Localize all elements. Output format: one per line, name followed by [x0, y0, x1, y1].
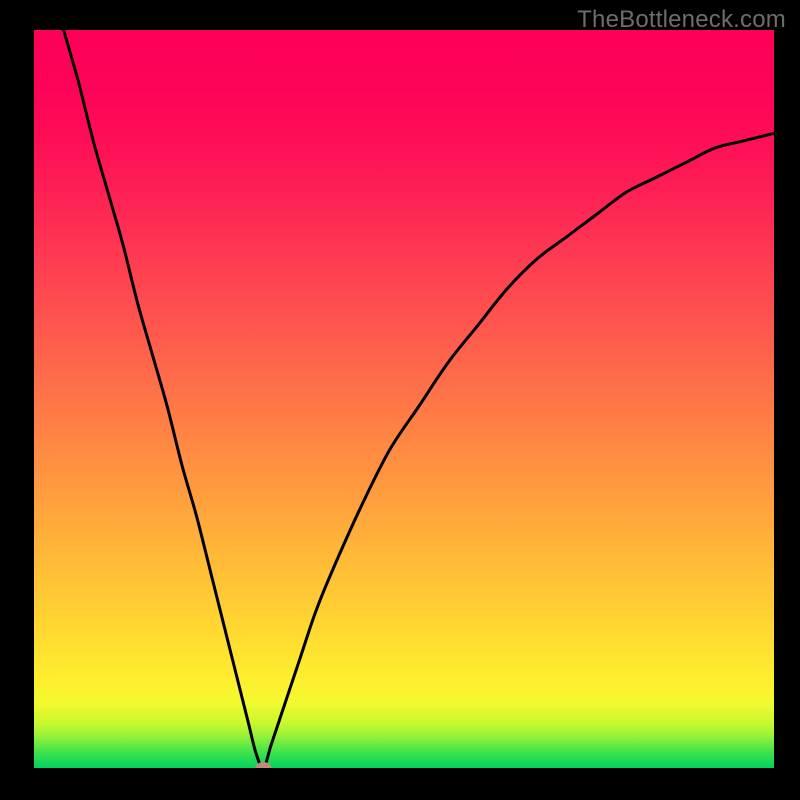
bottleneck-curve — [64, 30, 774, 768]
chart-frame: TheBottleneck.com — [0, 0, 800, 800]
minimum-marker — [255, 762, 271, 768]
plot-area — [34, 30, 774, 768]
curve-layer — [34, 30, 774, 768]
